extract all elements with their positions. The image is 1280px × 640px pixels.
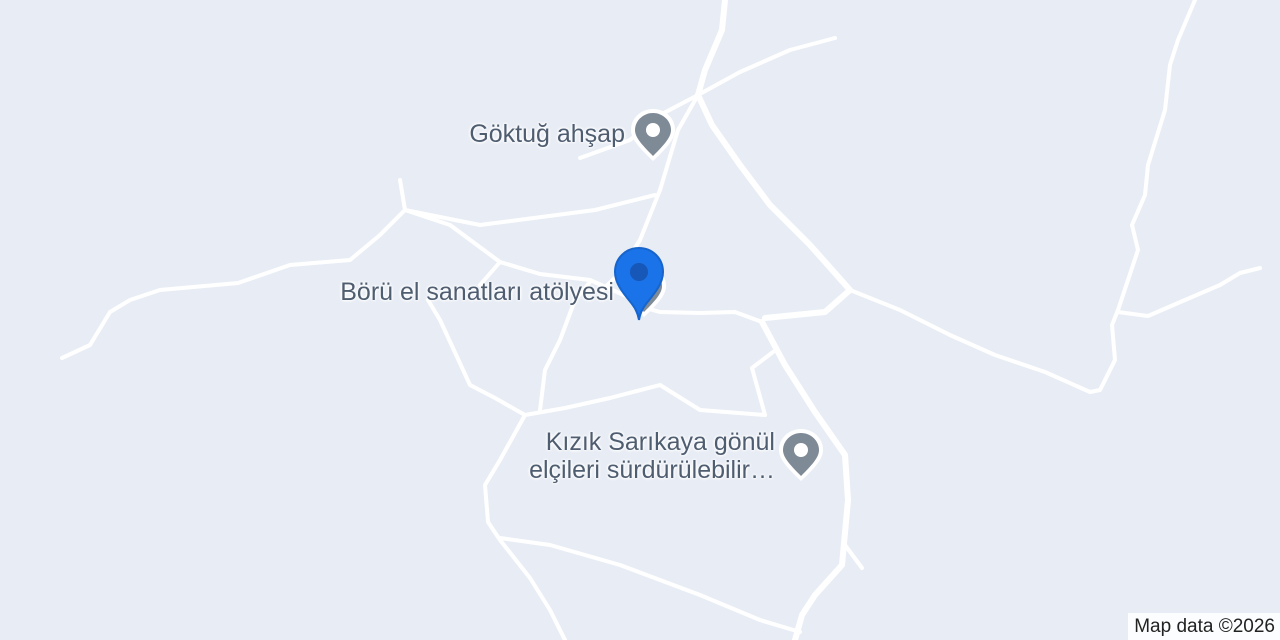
road bbox=[696, 36, 837, 97]
place-pin-icon[interactable] bbox=[775, 426, 827, 484]
place-label-kizik-sarikaya[interactable]: Kızık Sarıkaya gönül elçileri sürdürüleb… bbox=[529, 428, 775, 484]
road bbox=[1116, 266, 1262, 318]
place-label-line: Kızık Sarıkaya gönül bbox=[545, 428, 775, 456]
road bbox=[523, 383, 767, 417]
road bbox=[750, 350, 775, 417]
road bbox=[398, 178, 407, 212]
place-label-boru-el-sanatlari[interactable]: Börü el sanatları atölyesi bbox=[340, 278, 614, 306]
road bbox=[843, 543, 864, 570]
road bbox=[426, 298, 527, 417]
selected-location-pin-icon[interactable] bbox=[612, 246, 666, 322]
road bbox=[695, 92, 853, 321]
place-pin-icon[interactable] bbox=[627, 106, 679, 164]
road bbox=[498, 536, 802, 634]
place-label-goktug-ahsap[interactable]: Göktuğ ahşap bbox=[469, 120, 625, 148]
road bbox=[848, 0, 1197, 394]
place-label-line: elçileri sürdürülebilir… bbox=[529, 456, 775, 484]
map-attribution: Map data ©2026 bbox=[1128, 613, 1280, 640]
